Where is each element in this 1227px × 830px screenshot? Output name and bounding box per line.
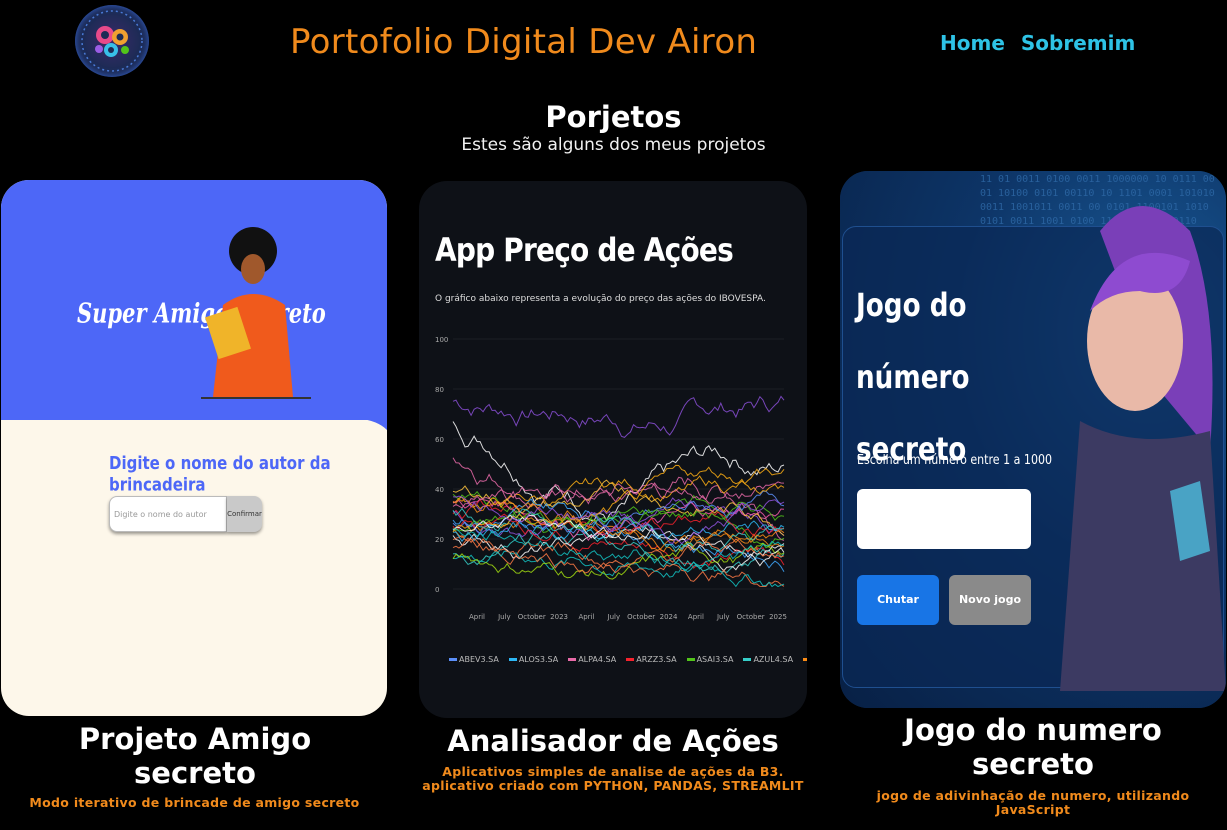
legend-swatch [568,658,577,661]
project-jogo-numero-title: Jogo do numero secreto [904,713,1162,781]
preview-app-subtitle: O gráfico abaixo representa a evolução d… [435,294,766,304]
project-analisador-acoes-description: Aplicativos simples de analise de ações … [422,764,804,793]
x-tick-label: October [627,613,655,621]
y-tick-label: 0 [435,586,439,594]
project-analisador-acoes-title: Analisador de Ações [447,724,779,758]
project-jogo-numero-description: jogo de adivinhação de numero, utilizand… [876,788,1190,817]
person-illustration [201,227,311,399]
preview-prompt-text: Digite o nome do autor da brincadeira [109,452,331,496]
chart-legend: ABEV3.SA ALOS3.SA ALPA4.SA ARZZ3.SA ASAI3.SA… [449,655,807,664]
preview-guess-input [857,489,1031,549]
y-tick-label: 60 [435,436,444,444]
legend-swatch [743,658,752,661]
x-tick-label: April [469,613,485,621]
legend-swatch [686,658,695,661]
series-line [452,395,785,438]
preview-chutar-button: Chutar [857,575,939,625]
project-jogo-numero-image[interactable]: 11 01 0011 0100 0011 1000000 10 0111 000… [840,171,1226,708]
project-amigo-secreto-image[interactable]: Super Amigo Secreto Digite o nome do aut… [1,180,387,716]
x-tick-label: October [737,613,765,621]
legend-item: AZUL4.SA [743,655,793,664]
legend-item: ALOS3.SA [508,655,558,664]
x-tick-label: July [716,613,730,621]
nav-home-link[interactable]: Home [940,31,1005,55]
project-analisador-acoes-image[interactable]: App Preço de Ações O gráfico abaixo repr… [419,181,807,718]
y-tick-label: 40 [435,486,444,494]
legend-item: ABEV3.SA [449,655,499,664]
stock-price-chart: 100 80 60 40 20 0 April July October 2023 April Jul… [435,336,787,621]
legend-swatch [803,658,807,661]
legend-item: ARZZ3.SA [626,655,677,664]
x-tick-label: October [518,613,546,621]
preview-name-input: Digite o nome do autor [109,496,227,532]
x-tick-label: 2025 [769,613,787,621]
main-nav: Home Sobremim [940,31,1135,55]
preview-confirm-button: Confirmar [227,496,262,532]
x-tick-label: 2024 [660,613,678,621]
x-tick-label: July [497,613,511,621]
site-logo[interactable] [75,5,149,77]
preview-novo-jogo-button: Novo jogo [949,575,1031,625]
cyber-girl-illustration [1060,206,1226,691]
legend-item: ALPA4.SA [568,655,616,664]
x-tick-label: April [688,613,704,621]
legend-item: B3SA3.SA [803,655,807,664]
x-tick-label: July [607,613,621,621]
legend-swatch [449,658,457,661]
y-tick-label: 100 [435,336,448,344]
legend-swatch [626,658,635,661]
legend-swatch [508,658,517,661]
preview-game-hint: Escolha um número entre 1 a 1000 [857,453,1053,468]
x-tick-label: 2023 [550,613,568,621]
site-title: Portofolio Digital Dev Airon [290,22,758,62]
nav-sobremim-link[interactable]: Sobremim [1021,31,1135,55]
gears-brain-logo-icon [81,10,143,72]
x-tick-label: April [578,613,594,621]
project-amigo-secreto-title: Projeto Amigo secreto [78,722,312,790]
section-subtitle: Estes são alguns dos meus projetos [461,135,766,155]
preview-app-title: App Preço de Ações [435,231,734,269]
y-tick-label: 20 [435,536,444,544]
section-title: Porjetos [545,100,682,134]
project-amigo-secreto-description: Modo iterativo de brincade de amigo secr… [29,795,360,810]
legend-item: ASAI3.SA [686,655,733,664]
y-tick-label: 80 [435,386,444,394]
